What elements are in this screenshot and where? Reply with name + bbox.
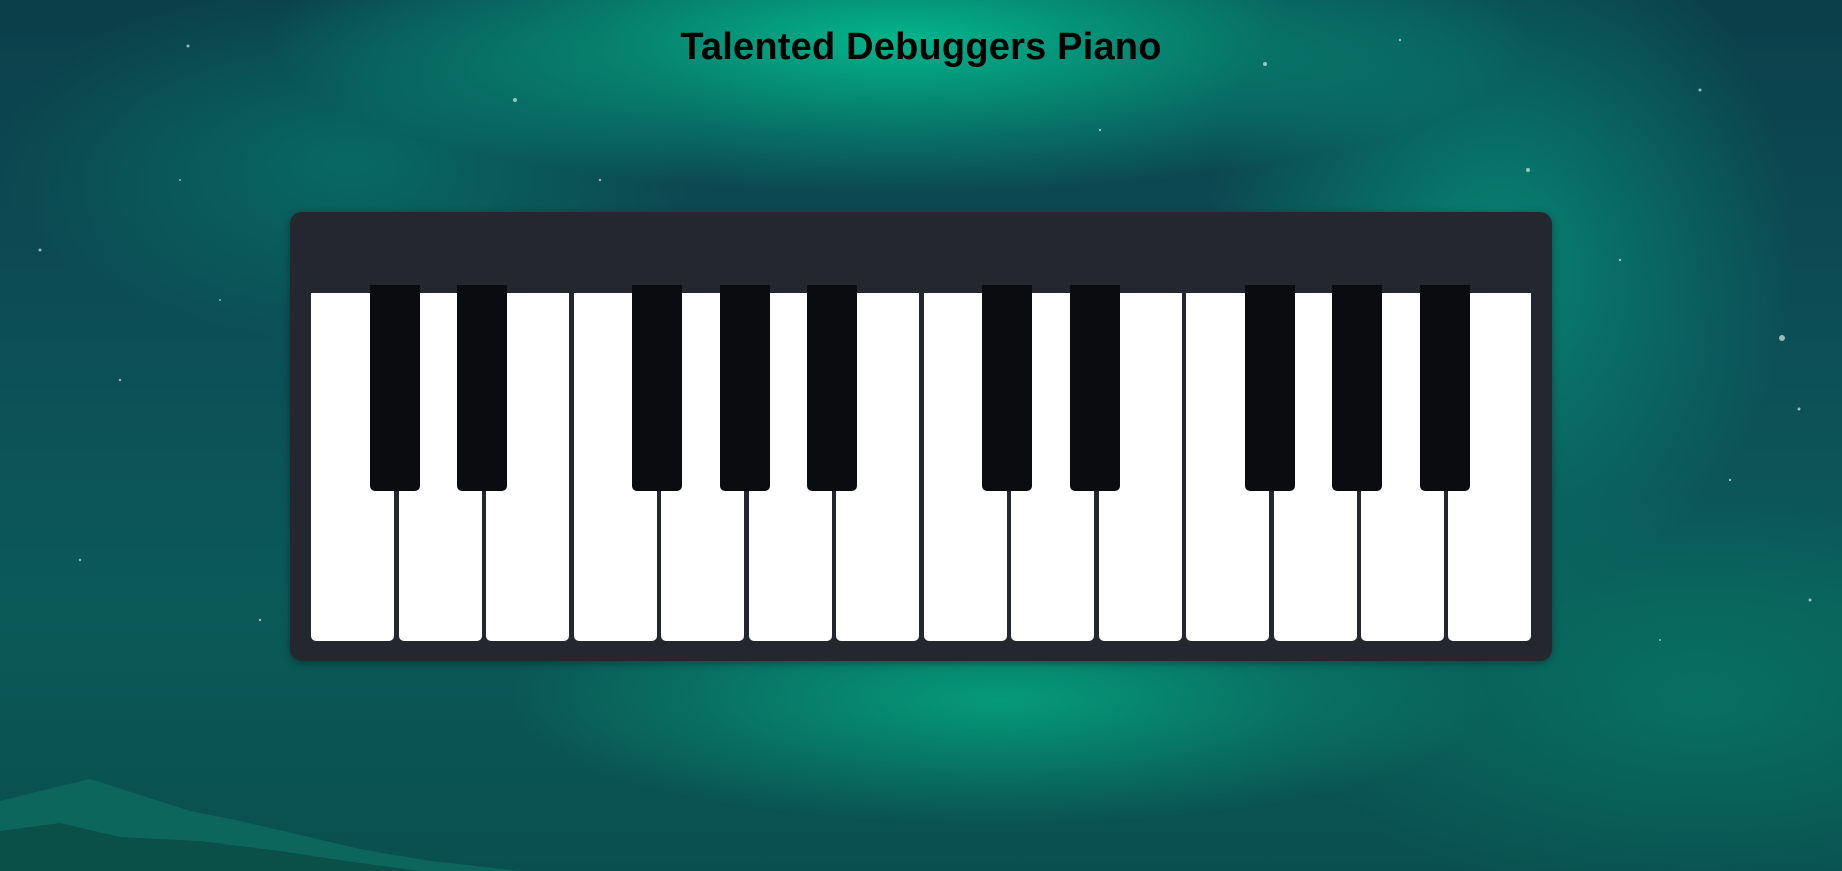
mountain-silhouette <box>0 779 520 871</box>
piano <box>290 212 1552 661</box>
black-key[interactable] <box>457 285 507 491</box>
black-key[interactable] <box>982 285 1032 491</box>
page-title: Talented Debuggers Piano <box>680 26 1162 68</box>
black-key[interactable] <box>1245 285 1295 491</box>
black-key[interactable] <box>1420 285 1470 491</box>
black-key[interactable] <box>1332 285 1382 491</box>
black-key[interactable] <box>1070 285 1120 491</box>
black-key[interactable] <box>720 285 770 491</box>
piano-keys <box>311 285 1531 641</box>
black-key[interactable] <box>632 285 682 491</box>
black-key[interactable] <box>807 285 857 491</box>
black-key[interactable] <box>370 285 420 491</box>
